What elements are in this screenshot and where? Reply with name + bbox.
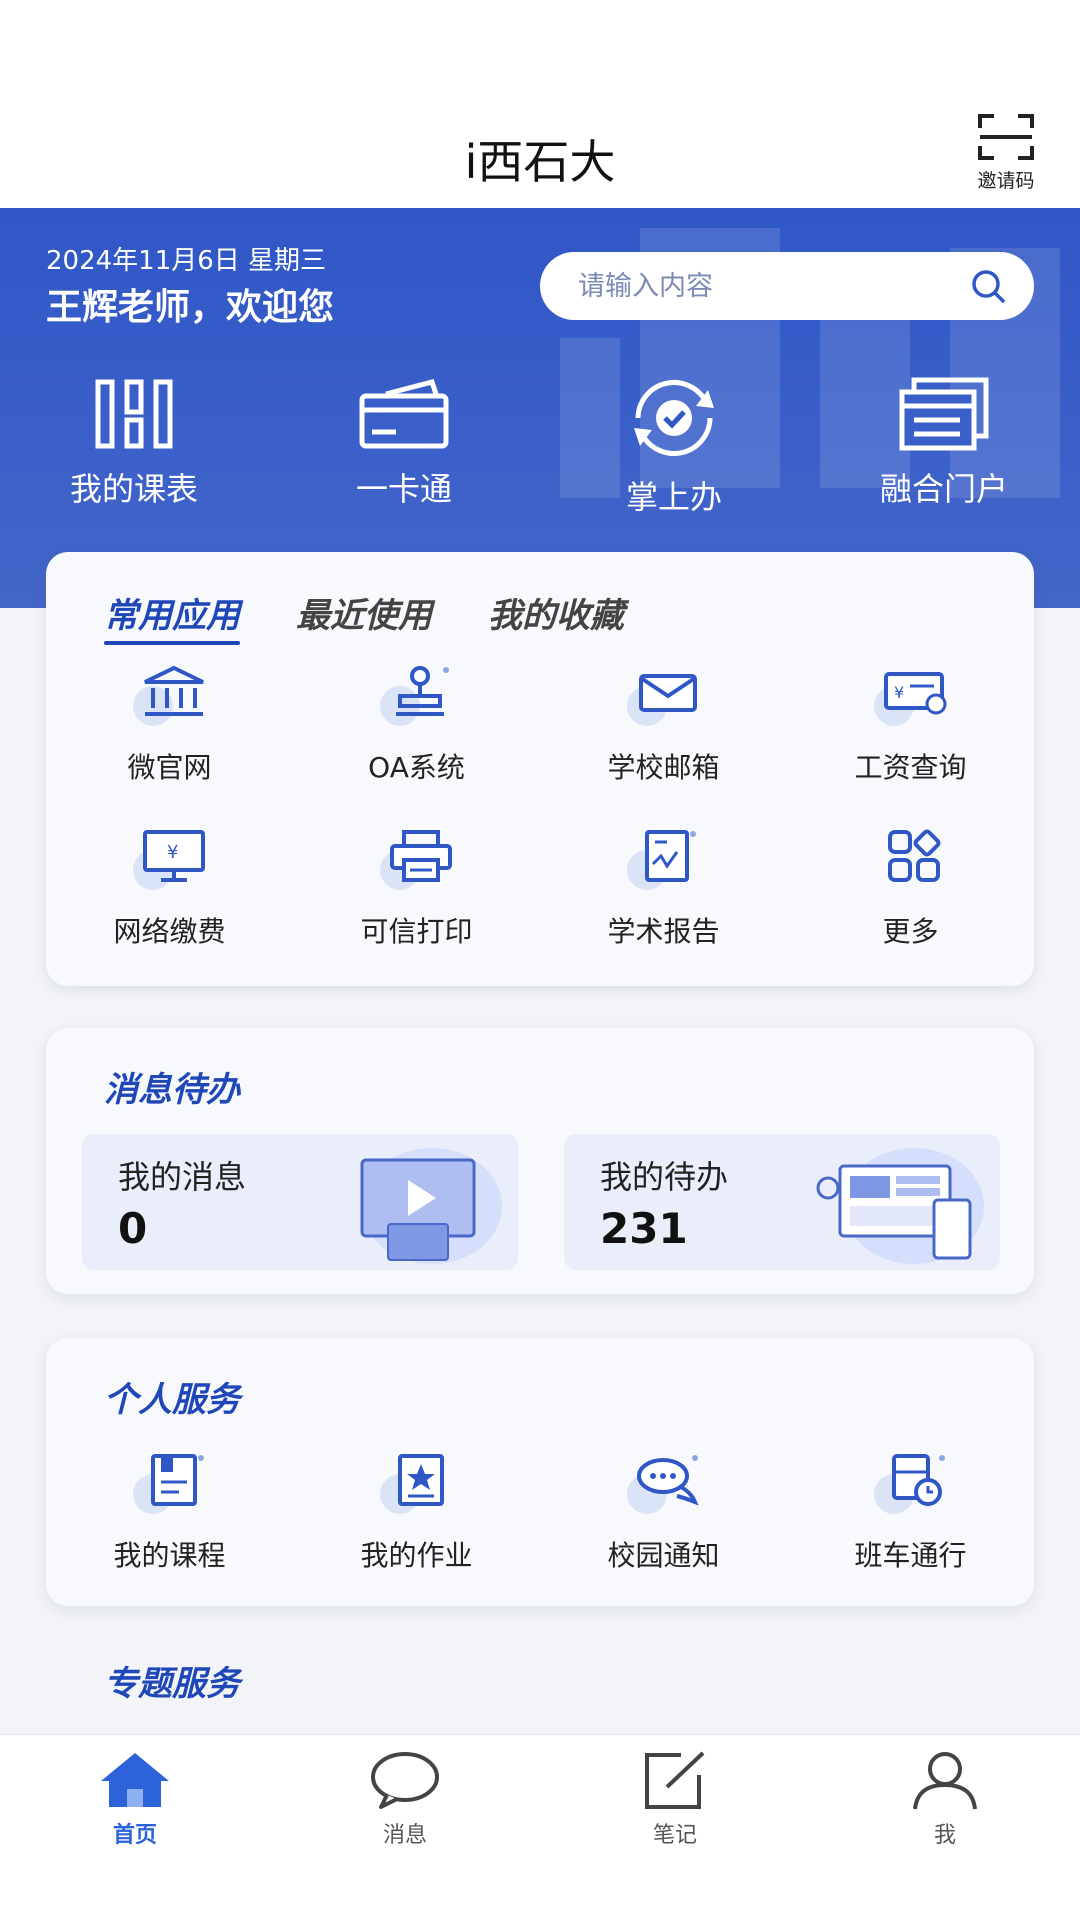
- nav-messages[interactable]: 消息: [270, 1735, 540, 1920]
- app-label: 可信打印: [360, 915, 473, 948]
- nav-me[interactable]: 我: [810, 1735, 1080, 1920]
- user-icon: [913, 1752, 977, 1810]
- nav-home[interactable]: 首页: [0, 1735, 270, 1920]
- my-todos-label: 我的待办: [600, 1158, 729, 1196]
- search-icon[interactable]: [968, 266, 1008, 306]
- app-salary-query[interactable]: ¥ 工资查询: [787, 664, 1034, 786]
- personal-services-grid: 我的课程 我的作业 校园通知 班车通行: [46, 1452, 1034, 1574]
- video-player-illustration-icon: [360, 1148, 502, 1264]
- app-trusted-print[interactable]: 可信打印: [293, 828, 540, 950]
- app-label: 网络缴费: [113, 915, 226, 948]
- app-title: i西石大: [464, 135, 616, 189]
- printer-icon: [389, 830, 452, 882]
- quick-action-portal[interactable]: 融合门户: [834, 376, 1054, 510]
- devices-illustration-icon: [816, 1148, 984, 1264]
- app-label: 工资查询: [854, 751, 967, 784]
- app-label: 学术报告: [607, 915, 720, 948]
- portal-icon: [899, 377, 989, 451]
- service-label: 我的课程: [113, 1539, 226, 1572]
- nav-label: 笔记: [652, 1823, 697, 1848]
- app-label: 学校邮箱: [607, 751, 720, 784]
- stamp-icon: [395, 666, 449, 716]
- salary-icon: ¥: [883, 672, 946, 715]
- service-label: 我的作业: [360, 1539, 473, 1572]
- home-icon: [101, 1753, 169, 1807]
- my-todos-tile[interactable]: 我的待办 231: [564, 1134, 1000, 1270]
- course-book-icon: [150, 1454, 204, 1506]
- card-icon: [359, 378, 449, 449]
- top-bar: i西石大 邀请码: [0, 0, 1080, 208]
- quick-action-card[interactable]: 一卡通: [294, 376, 514, 510]
- my-todos-count: 231: [600, 1204, 688, 1253]
- bottom-navigation: 首页 消息 笔记 我: [0, 1734, 1080, 1920]
- my-messages-count: 0: [118, 1204, 148, 1253]
- service-my-courses[interactable]: 我的课程: [46, 1452, 293, 1574]
- apps-grid-row: 微官网 OA系统 学校邮箱 ¥ 工资查询: [46, 664, 1034, 786]
- quick-action-label: 掌上办: [625, 478, 722, 516]
- personal-services-title: 个人服务: [104, 1380, 240, 1420]
- app-school-mail[interactable]: 学校邮箱: [540, 664, 787, 786]
- service-my-homework[interactable]: 我的作业: [293, 1452, 540, 1574]
- more-grid-icon: [887, 829, 940, 882]
- nav-label: 我: [933, 1823, 956, 1848]
- bus-clock-icon: [891, 1454, 945, 1506]
- app-label: 微官网: [127, 751, 212, 784]
- welcome-text: 王辉老师，欢迎您: [46, 287, 335, 328]
- apps-grid-row: ¥ 网络缴费 可信打印 学术报告 更多: [46, 828, 1034, 950]
- mail-icon: [638, 674, 697, 712]
- sync-check-icon: [634, 380, 714, 456]
- tab-common-apps[interactable]: 常用应用: [104, 588, 240, 645]
- quick-action-label: 融合门户: [879, 470, 1008, 508]
- my-messages-tile[interactable]: 我的消息 0: [82, 1134, 518, 1270]
- apps-tabs: 常用应用 最近使用 我的收藏: [104, 588, 624, 645]
- special-services-title: 专题服务: [104, 1664, 240, 1704]
- apps-card: 常用应用 最近使用 我的收藏 微官网 OA系统 学校邮箱 ¥ 工资查询 ¥ 网络…: [46, 552, 1034, 986]
- personal-services-card: 个人服务 我的课程 我的作业 校园通知 班车通行: [46, 1338, 1034, 1606]
- tab-recent[interactable]: 最近使用: [296, 588, 432, 637]
- chat-bubbles-icon: [636, 1455, 699, 1506]
- note-edit-icon: [645, 1751, 705, 1809]
- quick-action-label: 一卡通: [355, 470, 452, 508]
- nav-label: 首页: [112, 1823, 157, 1848]
- my-messages-label: 我的消息: [118, 1158, 247, 1196]
- nav-notes[interactable]: 笔记: [540, 1735, 810, 1920]
- app-academic-report[interactable]: 学术报告: [540, 828, 787, 950]
- app-more[interactable]: 更多: [787, 828, 1034, 950]
- service-campus-notice[interactable]: 校园通知: [540, 1452, 787, 1574]
- service-shuttle-bus[interactable]: 班车通行: [787, 1452, 1034, 1574]
- app-label: 更多: [882, 915, 939, 948]
- service-label: 班车通行: [854, 1539, 967, 1572]
- svg-text:¥: ¥: [167, 842, 178, 863]
- chat-icon: [371, 1752, 439, 1809]
- tab-favorites[interactable]: 我的收藏: [488, 588, 624, 637]
- search-input[interactable]: [578, 270, 968, 302]
- nav-label: 消息: [382, 1823, 427, 1848]
- scan-frame-icon: [978, 114, 1034, 160]
- service-label: 校园通知: [607, 1539, 720, 1572]
- invite-code-label: 邀请码: [977, 170, 1035, 192]
- bank-icon: [143, 665, 204, 716]
- homework-star-icon: [397, 1454, 444, 1506]
- hero-banner: 2024年11月6日 星期三 王辉老师，欢迎您 我的课表 一卡通: [0, 208, 1080, 608]
- quick-action-label: 我的课表: [69, 470, 198, 508]
- messages-card: 消息待办 我的消息 0 我的待办 231: [46, 1028, 1034, 1294]
- svg-text:¥: ¥: [894, 683, 904, 702]
- app-oa-system[interactable]: OA系统: [293, 664, 540, 786]
- schedule-icon: [95, 379, 173, 449]
- invite-code-button[interactable]: 邀请码: [968, 112, 1044, 193]
- app-label: OA系统: [368, 751, 465, 784]
- search-bar[interactable]: [540, 252, 1034, 320]
- current-date: 2024年11月6日 星期三: [46, 246, 327, 276]
- report-icon: [644, 830, 696, 882]
- monitor-yen-icon: ¥: [142, 830, 205, 882]
- quick-action-mobile-office[interactable]: 掌上办: [564, 376, 784, 518]
- messages-card-title: 消息待办: [104, 1070, 240, 1110]
- app-network-payment[interactable]: ¥ 网络缴费: [46, 828, 293, 950]
- app-micro-site[interactable]: 微官网: [46, 664, 293, 786]
- quick-action-schedule[interactable]: 我的课表: [24, 376, 244, 510]
